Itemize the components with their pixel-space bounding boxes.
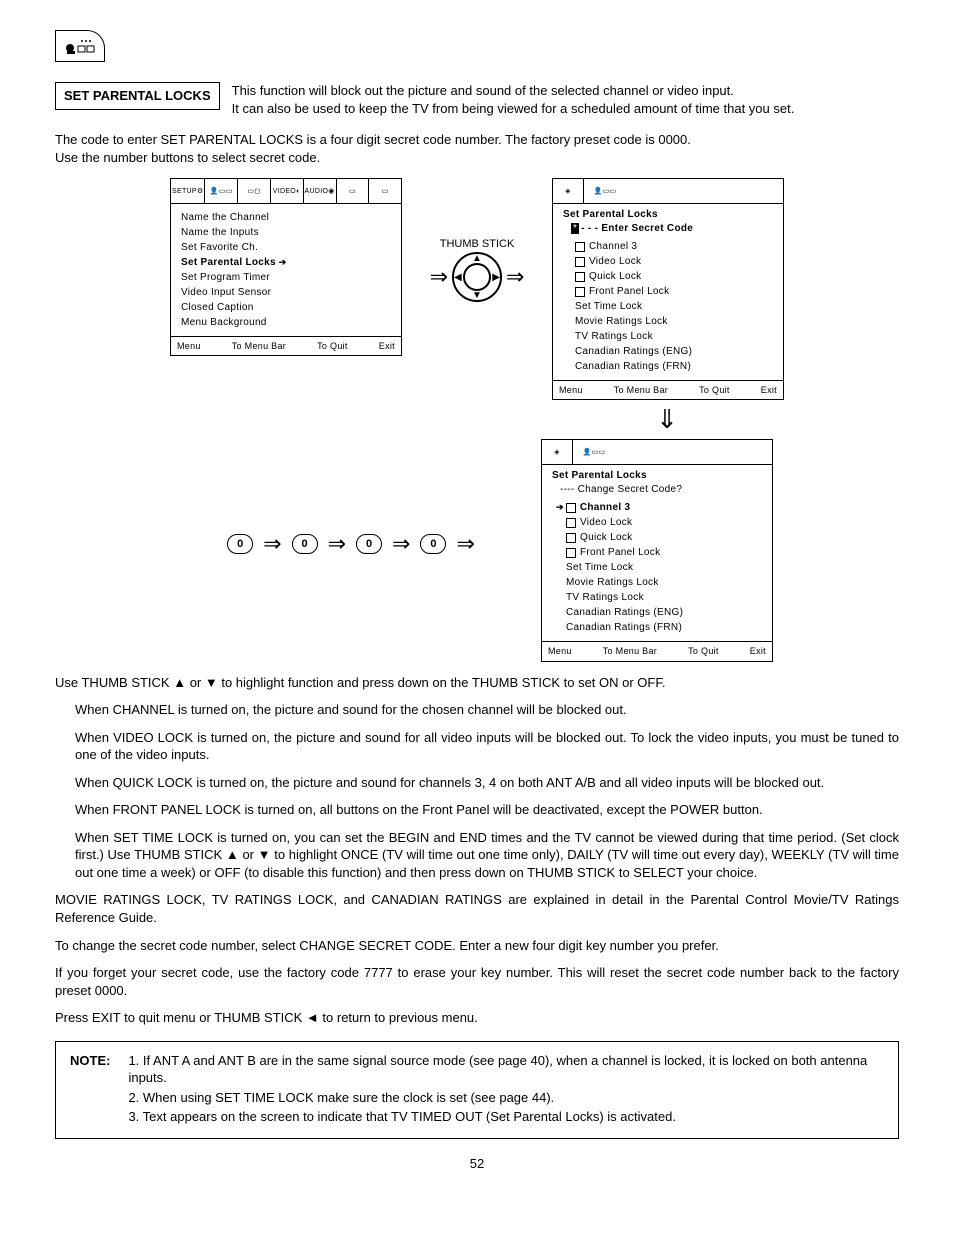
code-entry: 0 ⇒ 0 ⇒ 0 ⇒ 0 ⇒ [181,439,521,559]
code-para-1: The code to enter SET PARENTAL LOCKS is … [55,131,899,149]
osd2-item: TV Ratings Lock [575,329,773,344]
arrow-right-icon: ⇒ [263,529,281,559]
osd1-item: Video Input Sensor [181,285,391,300]
page-number: 52 [55,1155,899,1173]
arrow-down-icon: ⇓ [656,404,678,434]
arrow-right-icon: ⇒ [392,529,410,559]
body-p1: Use THUMB STICK ▲ or ▼ to highlight func… [55,674,899,692]
osd-tab-person: 👤▭▭ [584,179,626,203]
osd1-item: Set Program Timer [181,270,391,285]
header-device-icon [55,30,105,62]
osd-change-code: ◈ 👤▭▭ Set Parental Locks ---- Change Sec… [541,439,773,661]
thumbstick-icon: ▲▼◀▶ [452,252,502,302]
osd-footer-exit: Exit [750,645,766,657]
osd3-item: Canadian Ratings (ENG) [556,605,762,620]
osd-tab-person: 👤▭▭ [573,440,615,464]
body-p9: If you forget your secret code, use the … [55,964,899,999]
diagram-row-2: 0 ⇒ 0 ⇒ 0 ⇒ 0 ⇒ ◈ 👤▭▭ Set Parental Locks… [55,439,899,661]
osd2-item: Video Lock [575,254,773,269]
osd-footer-menu: Menu [177,340,201,352]
code-digit-button: 0 [227,534,253,554]
osd1-item: Name the Inputs [181,225,391,240]
thumbstick-label: THUMB STICK [440,238,515,250]
osd3-item: Set Time Lock [556,560,762,575]
osd-footer-tobar: To Menu Bar [614,384,668,396]
note-line-2: 2. When using SET TIME LOCK make sure th… [128,1089,884,1107]
arrow-right-icon: ⇒ [506,262,524,292]
code-digit-button: 0 [292,534,318,554]
osd3-item: Movie Ratings Lock [556,575,762,590]
osd-tab-icon: ◈ [553,179,584,203]
body-p5: When FRONT PANEL LOCK is turned on, all … [75,801,899,819]
body-p7: MOVIE RATINGS LOCK, TV RATINGS LOCK, and… [55,891,899,926]
osd-enter-code: ◈ 👤▭▭ Set Parental Locks *- - - Enter Se… [552,178,784,400]
osd-tab-video: VIDEO◐ [271,179,304,203]
osd2-sub: *- - - Enter Secret Code [553,222,783,238]
osd-tab-person: 👤▭▭ [205,179,238,203]
osd-footer-exit: Exit [761,384,777,396]
osd-footer-quit: To Quit [317,340,348,352]
osd1-item: Name the Channel [181,210,391,225]
code-digit-button: 0 [356,534,382,554]
osd1-item: Closed Caption [181,300,391,315]
osd2-item: Front Panel Lock [575,284,773,299]
body-p3: When VIDEO LOCK is turned on, the pictur… [75,729,899,764]
code-digit-button: 0 [420,534,446,554]
osd-footer-tobar: To Menu Bar [603,645,657,657]
osd3-item: Quick Lock [556,530,762,545]
osd-tab-setup: SETUP⚙ [171,179,205,203]
note-line-3: 3. Text appears on the screen to indicat… [128,1108,884,1126]
osd1-item: Set Favorite Ch. [181,240,391,255]
body-p8: To change the secret code number, select… [55,937,899,955]
osd2-item: Quick Lock [575,269,773,284]
osd2-item: Canadian Ratings (ENG) [575,344,773,359]
osd-tab-y: ▭ [337,179,370,203]
body-p4: When QUICK LOCK is turned on, the pictur… [75,774,899,792]
code-para-2: Use the number buttons to select secret … [55,149,899,167]
osd-footer-menu: Menu [559,384,583,396]
osd-tab-x: ▭◻ [238,179,271,203]
section-title: SET PARENTAL LOCKS [55,82,220,110]
diagram-row-1: SETUP⚙ 👤▭▭ ▭◻ VIDEO◐ AUDIO◉ ▭ ▭ Name the… [55,178,899,400]
osd-footer-quit: To Quit [699,384,730,396]
osd-footer-tobar: To Menu Bar [232,340,286,352]
osd3-item: Canadian Ratings (FRN) [556,620,762,635]
osd-footer-quit: To Quit [688,645,719,657]
osd1-item: Menu Background [181,315,391,330]
osd2-item: Channel 3 [575,239,773,254]
osd-tab-z: ▭ [369,179,401,203]
arrow-right-icon: ⇒ [430,262,448,292]
osd3-title: Set Parental Locks [542,465,772,483]
body-p10: Press EXIT to quit menu or THUMB STICK ◄… [55,1009,899,1027]
osd-tab-icon: ◈ [542,440,573,464]
osd3-item: Front Panel Lock [556,545,762,560]
body-p2: When CHANNEL is turned on, the picture a… [75,701,899,719]
osd3-item: Video Lock [556,515,762,530]
osd2-item: Movie Ratings Lock [575,314,773,329]
note-label: NOTE: [70,1052,110,1128]
osd1-item-selected: Set Parental Locks [181,255,391,270]
osd-footer-exit: Exit [379,340,395,352]
body-p6: When SET TIME LOCK is turned on, you can… [75,829,899,882]
osd-footer-menu: Menu [548,645,572,657]
osd-main-menu: SETUP⚙ 👤▭▭ ▭◻ VIDEO◐ AUDIO◉ ▭ ▭ Name the… [170,178,402,356]
note-box: NOTE: 1. If ANT A and ANT B are in the s… [55,1041,899,1139]
osd-tab-audio: AUDIO◉ [304,179,337,203]
osd2-item: Set Time Lock [575,299,773,314]
note-line-1: 1. If ANT A and ANT B are in the same si… [128,1052,884,1087]
osd3-item: TV Ratings Lock [556,590,762,605]
osd3-item-selected: ➔Channel 3 [556,500,762,515]
arrow-right-icon: ⇒ [456,529,474,559]
osd2-item: Canadian Ratings (FRN) [575,359,773,374]
osd3-sub: ---- Change Secret Code? [542,483,772,499]
arrow-right-icon: ⇒ [328,529,346,559]
osd2-title: Set Parental Locks [553,204,783,222]
